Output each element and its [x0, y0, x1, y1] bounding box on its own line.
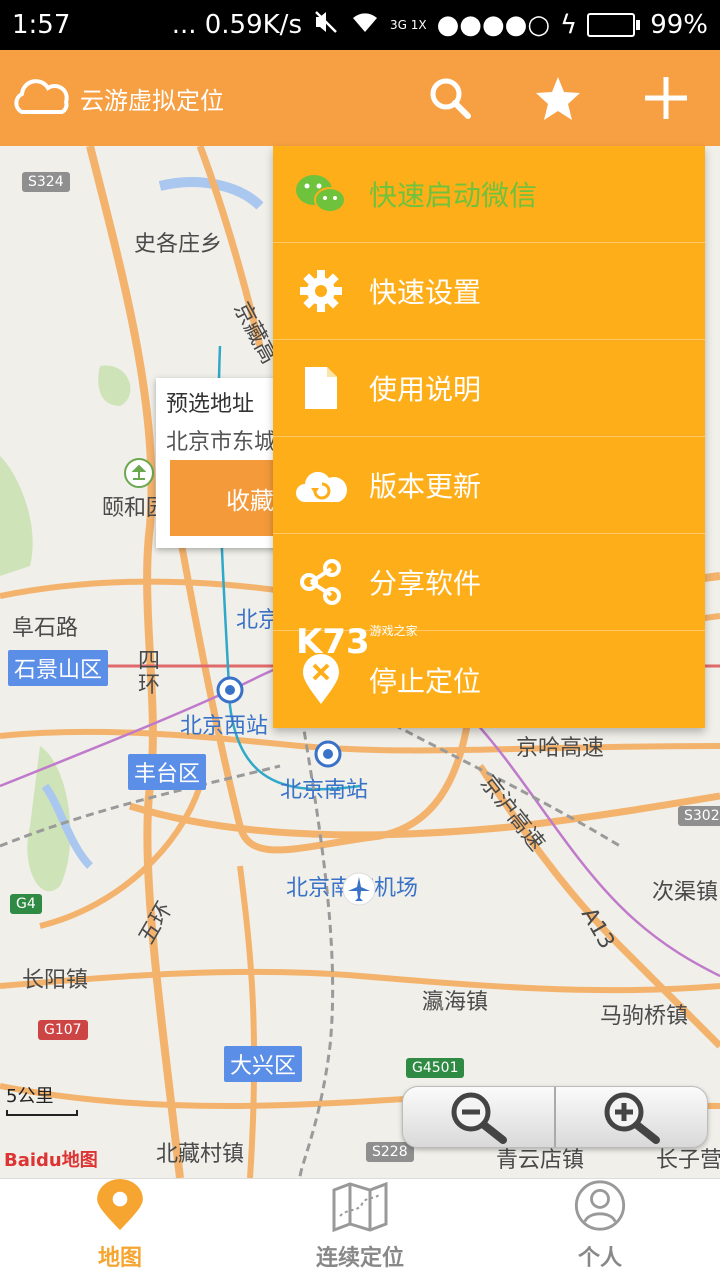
map-label-station: 北京南站 — [280, 778, 369, 803]
add-button[interactable] — [612, 50, 720, 146]
menu-item-label: 停止定位 — [369, 664, 482, 698]
tab-map[interactable]: 地图 — [0, 1179, 240, 1280]
tab-label: 个人 — [577, 1246, 622, 1271]
cloud-logo-icon — [14, 79, 69, 114]
document-icon — [273, 365, 369, 411]
menu-item-label: 快速启动微信 — [369, 179, 538, 212]
menu-item-quick-settings[interactable]: 快速设置 — [273, 243, 705, 340]
map-label-station: 北京西站 — [180, 714, 269, 739]
app-title: 云游虚拟定位 — [80, 86, 224, 115]
bottom-nav: 地图 连续定位 个人 — [0, 1178, 720, 1280]
menu-item-label: 版本更新 — [369, 470, 482, 503]
folded-map-icon — [332, 1182, 388, 1232]
zoom-out-icon — [451, 1092, 507, 1144]
tab-continuous-location[interactable]: 连续定位 — [240, 1179, 480, 1280]
wechat-icon — [273, 172, 369, 216]
map-label: 长阳镇 — [22, 968, 89, 993]
map-label: 京哈高速 — [516, 736, 605, 761]
search-icon — [430, 78, 471, 119]
map-label: 次渠镇 — [652, 880, 719, 905]
tab-label: 地图 — [97, 1246, 142, 1271]
menu-item-label: 使用说明 — [369, 373, 482, 406]
scale-label: 5公里 — [6, 1086, 54, 1107]
app-logo: 云游虚拟定位 — [10, 78, 224, 118]
menu-item-instructions[interactable]: 使用说明 — [273, 340, 705, 437]
map-label: 马驹桥镇 — [600, 1004, 689, 1029]
scale-bar — [6, 1110, 78, 1116]
map-label-district: 石景山区 — [8, 650, 109, 686]
road-shield: G4 — [10, 894, 42, 914]
map-label: 阜石路 — [12, 616, 79, 641]
map-pin-icon — [97, 1179, 143, 1231]
road-shield: S324 — [22, 172, 70, 192]
zoom-control — [402, 1086, 708, 1148]
network-speed: ... 0.59K/s — [171, 10, 302, 40]
battery-percent: 99% — [650, 10, 708, 40]
road-shield: G107 — [38, 1020, 88, 1040]
map-label: 瀛海镇 — [422, 990, 489, 1015]
search-button[interactable] — [396, 50, 504, 146]
map-label: 北藏村镇 — [156, 1142, 245, 1167]
train-station-icon — [216, 676, 244, 704]
zoom-in-button[interactable] — [554, 1087, 707, 1147]
app-bar: 云游虚拟定位 — [0, 50, 720, 146]
signal-dots-icon: ●●●●○ — [436, 10, 551, 40]
status-right: ... 0.59K/s 3G 1X ●●●●○ ϟ 99% — [172, 8, 708, 43]
share-icon — [273, 559, 369, 605]
menu-item-version-update[interactable]: 版本更新 — [273, 437, 705, 534]
baidu-logo: Baidu地图 — [4, 1150, 98, 1171]
watermark-sub: 游戏之家 — [369, 624, 418, 638]
road-shield: G4501 — [406, 1058, 465, 1078]
plus-icon — [645, 77, 687, 119]
road-shield: S302 — [678, 806, 720, 826]
tab-label: 连续定位 — [315, 1246, 404, 1271]
zoom-out-button[interactable] — [403, 1087, 554, 1147]
favorites-button[interactable] — [504, 50, 612, 146]
status-time: 1:57 — [12, 10, 71, 40]
menu-item-label: 分享软件 — [369, 567, 482, 600]
cloud-refresh-icon — [273, 466, 369, 504]
menu-item-launch-wechat[interactable]: 快速启动微信 — [273, 146, 705, 243]
user-icon — [574, 1180, 626, 1231]
wifi-icon — [350, 10, 380, 41]
signal-icon: 3G 1X — [390, 18, 427, 32]
star-icon — [536, 77, 580, 120]
watermark: K73游戏之家 — [296, 622, 418, 662]
charging-icon: ϟ — [560, 10, 578, 40]
park-icon — [124, 458, 154, 488]
gear-icon — [273, 269, 369, 313]
train-station-icon — [314, 740, 342, 768]
battery-icon — [587, 13, 641, 37]
menu-item-label: 快速设置 — [369, 276, 482, 309]
airport-icon — [342, 872, 376, 906]
map-label-district: 大兴区 — [224, 1046, 303, 1082]
mute-icon — [312, 8, 340, 43]
menu-item-share[interactable]: 分享软件 — [273, 534, 705, 631]
zoom-in-icon — [604, 1092, 660, 1144]
tab-profile[interactable]: 个人 — [480, 1179, 720, 1280]
watermark-main: K73 — [296, 622, 370, 662]
map-label-district: 丰台区 — [128, 754, 207, 790]
map-label: 史各庄乡 — [134, 232, 223, 257]
status-bar: 1:57 ... 0.59K/s 3G 1X ●●●●○ ϟ 99% — [0, 0, 720, 50]
map-scale: 5公里 — [6, 1082, 78, 1116]
map-label: 四环 — [138, 649, 161, 698]
